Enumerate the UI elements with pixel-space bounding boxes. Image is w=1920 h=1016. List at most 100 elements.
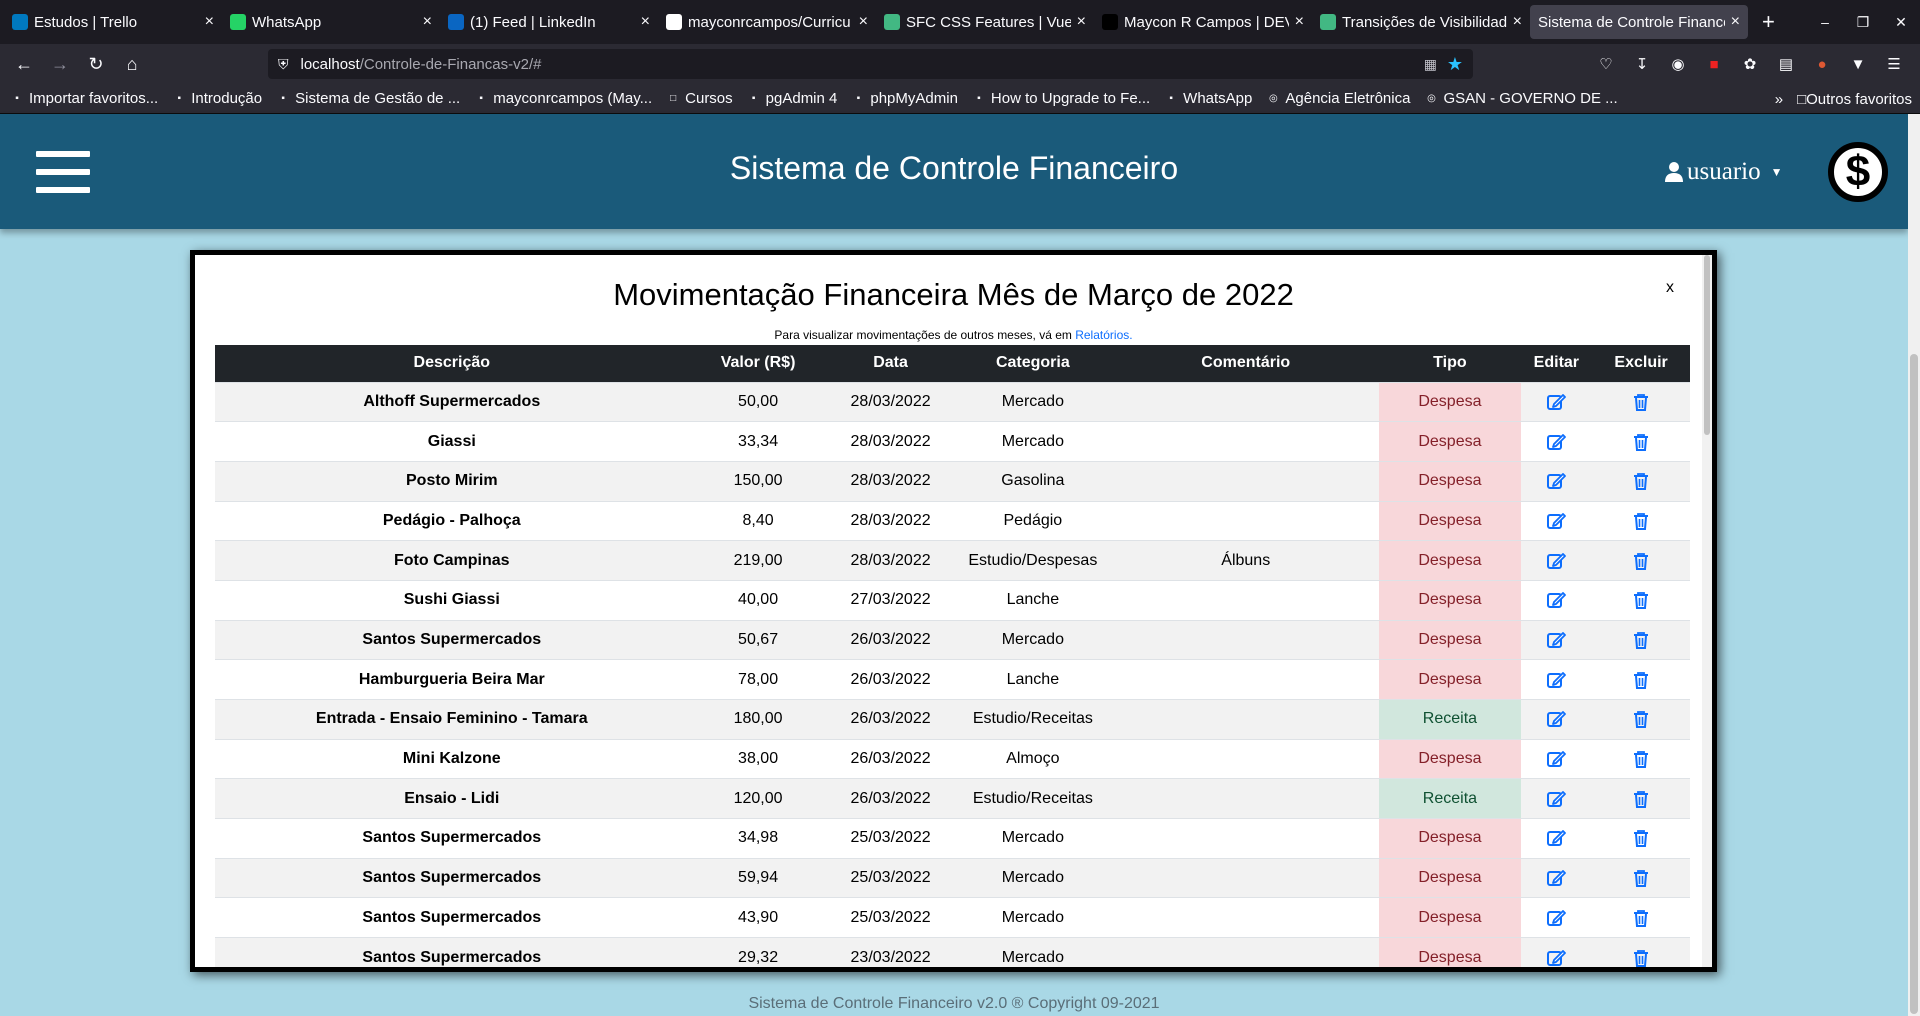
edit-icon[interactable] (1546, 511, 1567, 531)
bookmark-item[interactable]: ◎ Agência Eletrônica (1266, 90, 1410, 107)
trash-icon[interactable] (1631, 471, 1651, 491)
edit-icon[interactable] (1546, 471, 1567, 491)
page-scrollbar[interactable] (1908, 114, 1920, 1016)
edit-icon[interactable] (1546, 749, 1567, 769)
trash-icon[interactable] (1631, 670, 1651, 690)
browser-tab[interactable]: SFC CSS Features | Vue.js × (876, 5, 1094, 39)
edit-icon[interactable] (1546, 908, 1567, 928)
extension-icon[interactable]: ✿ (1732, 55, 1768, 73)
reload-icon[interactable]: ↻ (78, 54, 114, 75)
url-bar[interactable]: ⛨ localhost/Controle-de-Financas-v2/# ▦ … (268, 49, 1473, 79)
browser-tab[interactable]: mayconrcampos/Curricu × (658, 5, 876, 39)
download-icon[interactable]: ↧ (1624, 55, 1660, 73)
edit-icon[interactable] (1546, 670, 1567, 690)
vuetools-icon[interactable]: ▼ (1840, 56, 1876, 73)
minimize-icon[interactable]: – (1806, 14, 1844, 30)
modal-scrollbar[interactable] (1702, 255, 1712, 967)
cell-valor: 219,00 (688, 540, 828, 581)
trash-icon[interactable] (1631, 789, 1651, 809)
page-scroll-thumb[interactable] (1910, 354, 1918, 1014)
edit-icon[interactable] (1546, 590, 1567, 610)
bookmark-item[interactable]: ▪ pgAdmin 4 (747, 90, 838, 107)
cell-tipo: Receita (1379, 778, 1521, 819)
forward-icon[interactable]: → (42, 54, 78, 75)
trash-icon[interactable] (1631, 709, 1651, 729)
bookmark-label: Sistema de Gestão de ... (295, 90, 461, 107)
trash-icon[interactable] (1631, 630, 1651, 650)
other-bookmarks[interactable]: » □ Outros favoritos (1775, 84, 1912, 114)
trash-icon[interactable] (1631, 432, 1651, 452)
edit-icon[interactable] (1546, 551, 1567, 571)
trash-icon[interactable] (1631, 392, 1651, 412)
browser-tab[interactable]: WhatsApp × (222, 5, 440, 39)
close-tab-icon[interactable]: × (1513, 13, 1522, 31)
close-tab-icon[interactable]: × (641, 13, 650, 31)
trash-icon[interactable] (1631, 908, 1651, 928)
browser-tab[interactable]: Maycon R Campos | DEV Ful × (1094, 5, 1312, 39)
modal-scroll-thumb[interactable] (1704, 255, 1710, 435)
pocket-icon[interactable]: ♡ (1588, 55, 1624, 73)
edit-icon[interactable] (1546, 630, 1567, 650)
trash-icon[interactable] (1631, 511, 1651, 531)
browser-tab[interactable]: Transições de Visibilidad × (1312, 5, 1530, 39)
close-tab-icon[interactable]: × (1731, 13, 1740, 31)
close-tab-icon[interactable]: × (1295, 13, 1304, 31)
browser-tab[interactable]: Sistema de Controle Finance × (1530, 5, 1748, 39)
bookmark-item[interactable]: ▪ How to Upgrade to Fe... (972, 90, 1150, 107)
bookmark-star-icon[interactable]: ★ (1447, 54, 1463, 75)
bookmark-item[interactable]: ▪ Introdução (172, 90, 262, 107)
browser-tab[interactable]: Estudos | Trello × (4, 5, 222, 39)
cell-excluir (1592, 460, 1690, 502)
close-tab-icon[interactable]: × (859, 13, 868, 31)
trash-icon[interactable] (1631, 868, 1651, 888)
edit-icon[interactable] (1546, 948, 1567, 967)
cell-editar (1520, 619, 1593, 660)
duckduckgo-icon[interactable]: ● (1804, 56, 1840, 73)
modal-close-button[interactable]: x (1666, 279, 1674, 297)
close-tab-icon[interactable]: × (205, 13, 214, 31)
cell-editar (1520, 540, 1593, 581)
reports-link[interactable]: Relatórios. (1075, 328, 1132, 342)
tab-icon[interactable]: ▤ (1768, 55, 1804, 73)
bookmark-item[interactable]: ▪ mayconrcampos (May... (474, 90, 652, 107)
bookmark-label: How to Upgrade to Fe... (990, 90, 1151, 107)
extension-red-icon[interactable]: ■ (1696, 56, 1732, 73)
edit-icon[interactable] (1546, 789, 1567, 809)
home-icon[interactable]: ⌂ (114, 54, 150, 75)
column-header: Tipo (1379, 345, 1521, 382)
bookmark-item[interactable]: ▪ WhatsApp (1164, 90, 1252, 107)
translate-icon[interactable]: ▦ (1424, 56, 1437, 73)
account-icon[interactable]: ◉ (1660, 55, 1696, 73)
bookmark-label: Importar favoritos... (29, 90, 159, 107)
bookmark-item[interactable]: ▪ Importar favoritos... (10, 90, 158, 107)
back-icon[interactable]: ← (6, 54, 42, 75)
edit-icon[interactable] (1546, 432, 1567, 452)
trash-icon[interactable] (1631, 590, 1651, 610)
user-dropdown[interactable]: usuario ▼ (1664, 158, 1783, 186)
cell-excluir (1592, 421, 1690, 462)
menu-icon[interactable]: ☰ (1876, 55, 1912, 73)
url-host: localhost (300, 55, 360, 73)
edit-icon[interactable] (1546, 392, 1567, 412)
trash-icon[interactable] (1631, 749, 1651, 769)
edit-icon[interactable] (1546, 868, 1567, 888)
close-window-icon[interactable]: ✕ (1882, 14, 1920, 31)
edit-icon[interactable] (1546, 709, 1567, 729)
trash-icon[interactable] (1631, 828, 1651, 848)
bookmark-item[interactable]: ▪ phpMyAdmin (851, 90, 958, 107)
trash-icon[interactable] (1631, 551, 1651, 571)
shield-icon[interactable]: ⛨ (278, 56, 289, 73)
bookmark-item[interactable]: ◎ GSAN - GOVERNO DE ... (1424, 90, 1618, 107)
close-tab-icon[interactable]: × (1077, 13, 1086, 31)
table-row: Hamburgueria Beira Mar 78,00 26/03/2022 Lan… (215, 659, 1690, 700)
trash-icon[interactable] (1631, 948, 1651, 967)
new-tab-icon[interactable]: + (1762, 9, 1775, 35)
bookmark-item[interactable]: □ Cursos (666, 90, 733, 107)
restore-icon[interactable]: ❐ (1844, 14, 1882, 31)
column-header: Categoria (953, 345, 1113, 382)
bookmark-item[interactable]: ▪ Sistema de Gestão de ... (276, 90, 460, 107)
chevron-right-icon[interactable]: » (1775, 91, 1783, 108)
edit-icon[interactable] (1546, 828, 1567, 848)
close-tab-icon[interactable]: × (423, 13, 432, 31)
browser-tab[interactable]: (1) Feed | LinkedIn × (440, 5, 658, 39)
